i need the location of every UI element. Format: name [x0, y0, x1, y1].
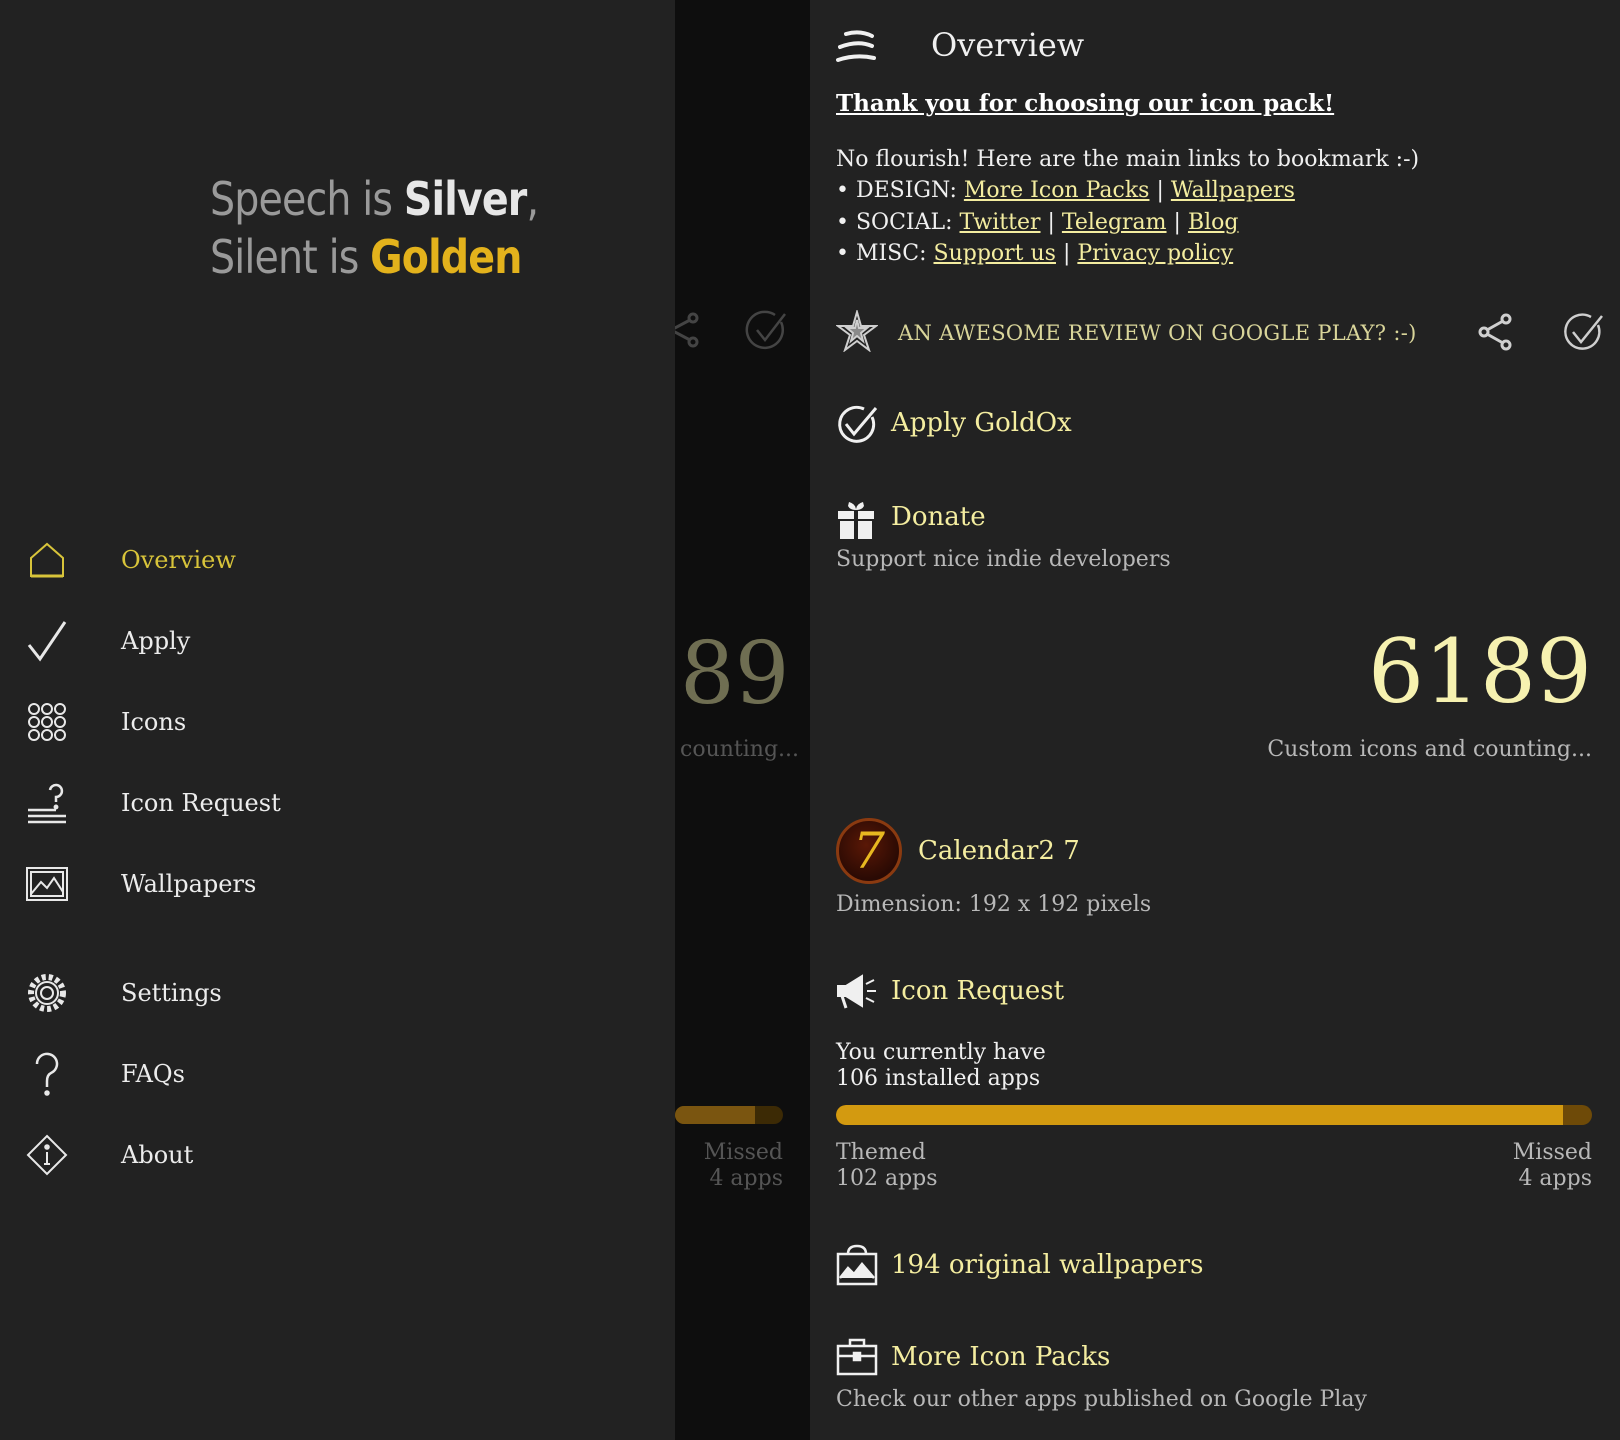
nav-label: Icons — [121, 708, 187, 736]
social-links-row: • SOCIAL: Twitter | Telegram | Blog — [836, 210, 1239, 235]
apply-card-title[interactable]: Apply GoldOx — [891, 408, 1072, 438]
more-packs-card-title[interactable]: More Icon Packs — [891, 1342, 1110, 1372]
nav-label: Apply — [121, 627, 191, 655]
info-icon — [24, 1132, 70, 1178]
dimmed-underlay[interactable]: 89 counting... Missed 4 apps — [675, 0, 810, 1440]
link-twitter[interactable]: Twitter — [960, 210, 1041, 235]
nav-label: Icon Request — [121, 789, 281, 817]
nav-label: Overview — [121, 546, 236, 574]
progress-bar — [675, 1106, 783, 1124]
grid-icon — [24, 699, 70, 745]
gift-icon — [836, 498, 876, 544]
nav-label: FAQs — [121, 1060, 185, 1088]
icon-request-card-title[interactable]: Icon Request — [891, 976, 1064, 1006]
nav-item-faqs[interactable]: FAQs — [0, 1034, 675, 1114]
icon-count-number: 6189 — [1368, 620, 1592, 723]
home-icon — [24, 537, 70, 583]
overview-page: Overview Thank you for choosing our icon… — [810, 0, 1620, 1440]
nav-label: Settings — [121, 979, 222, 1007]
link-wallpapers[interactable]: Wallpapers — [1171, 178, 1295, 203]
gear-icon — [24, 970, 70, 1016]
apply-checkmark-icon — [836, 404, 878, 450]
donate-card-title[interactable]: Donate — [891, 502, 986, 532]
nav-item-wallpapers[interactable]: Wallpapers — [0, 844, 675, 924]
nav-item-about[interactable]: About — [0, 1115, 675, 1195]
link-more-icon-packs[interactable]: More Icon Packs — [964, 178, 1150, 203]
share-icon — [675, 310, 703, 354]
more-packs-card-subtitle: Check our other apps published on Google… — [836, 1387, 1367, 1412]
nav-item-icons[interactable]: Icons — [0, 682, 675, 762]
themed-progress-fill — [836, 1105, 1564, 1125]
wallpapers-card-title[interactable]: 194 original wallpapers — [891, 1250, 1203, 1280]
review-prompt[interactable]: AN AWESOME REVIEW ON GOOGLE PLAY? :-) — [835, 308, 1606, 356]
page-title: Overview — [931, 26, 1085, 64]
calendar-card-title: Calendar2 7 — [918, 836, 1080, 866]
calendar-card-subtitle: Dimension: 192 x 192 pixels — [836, 892, 1152, 917]
menu-icon[interactable] — [836, 30, 876, 68]
link-support-us[interactable]: Support us — [934, 241, 1056, 266]
calendar-app-icon[interactable]: 7 — [836, 818, 902, 884]
intro-text: No flourish! Here are the main links to … — [836, 147, 1420, 172]
star-icon — [835, 308, 879, 356]
themed-count: Themed 102 apps — [836, 1140, 938, 1191]
checkmark-icon — [24, 618, 70, 664]
donate-card-subtitle: Support nice indie developers — [836, 547, 1171, 572]
design-links-row: • DESIGN: More Icon Packs | Wallpapers — [836, 178, 1295, 203]
question-icon — [24, 1051, 70, 1097]
share-icon[interactable] — [1476, 312, 1516, 356]
review-text: AN AWESOME REVIEW ON GOOGLE PLAY? :-) — [898, 321, 1417, 345]
wallpaper-bag-icon — [836, 1244, 878, 1290]
nav-item-apply[interactable]: Apply — [0, 601, 675, 681]
nav-label: Wallpapers — [121, 870, 257, 898]
thanks-heading: Thank you for choosing our icon pack! — [836, 90, 1335, 117]
icon-count-number: 89 — [680, 624, 790, 724]
nav-item-settings[interactable]: Settings — [0, 953, 675, 1033]
apply-check-icon[interactable] — [1562, 312, 1606, 356]
image-icon — [24, 861, 70, 907]
missed-count: Missed 4 apps — [1512, 1140, 1592, 1191]
app-logo: Speech is Silver, Silent is Golden — [210, 172, 539, 284]
misc-links-row: • MISC: Support us | Privacy policy — [836, 241, 1234, 266]
icon-request-icon — [24, 780, 70, 826]
bookmark-links: No flourish! Here are the main links to … — [836, 144, 1419, 269]
megaphone-icon — [836, 974, 878, 1014]
themed-progress-bar — [836, 1105, 1592, 1125]
installed-apps-text: You currently have 106 installed apps — [836, 1040, 1046, 1091]
navigation-drawer: Speech is Silver, Silent is Golden Overv… — [0, 0, 675, 1440]
briefcase-icon — [836, 1338, 878, 1380]
nav-item-overview[interactable]: Overview — [0, 520, 675, 600]
nav-item-icon-request[interactable]: Icon Request — [0, 763, 675, 843]
link-privacy-policy[interactable]: Privacy policy — [1077, 241, 1233, 266]
link-telegram[interactable]: Telegram — [1062, 210, 1167, 235]
apply-check-icon — [745, 310, 789, 354]
progress-fill — [675, 1106, 755, 1124]
missed-count: Missed 4 apps — [703, 1140, 783, 1191]
link-blog[interactable]: Blog — [1188, 210, 1239, 235]
icon-count-caption: counting... — [680, 737, 800, 762]
nav-label: About — [121, 1141, 194, 1169]
icon-count-caption: Custom icons and counting... — [1267, 737, 1592, 762]
